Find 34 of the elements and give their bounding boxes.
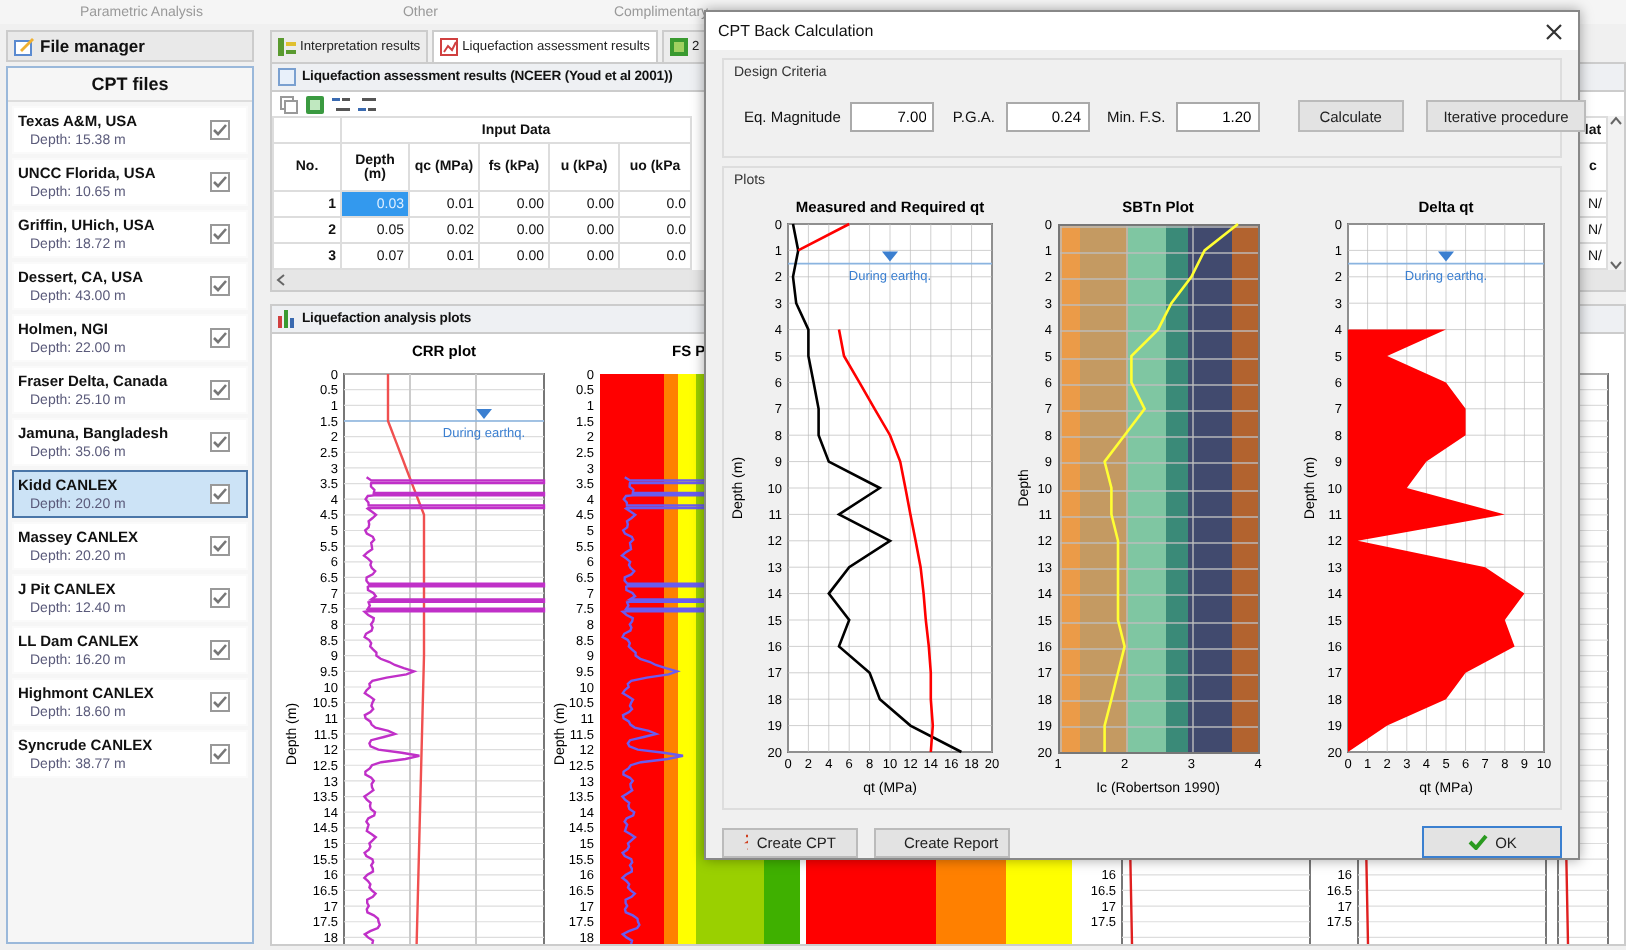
checkbox[interactable] (210, 692, 230, 712)
decimal-increase-icon[interactable] (332, 95, 350, 113)
checkbox[interactable] (210, 536, 230, 556)
checkbox[interactable] (210, 484, 230, 504)
close-icon[interactable] (1546, 23, 1562, 39)
bar-chart-icon (278, 310, 296, 328)
chart-icon (440, 38, 459, 56)
water-level-icon (882, 251, 898, 262)
panel-title: File manager (40, 36, 145, 56)
checkbox[interactable] (210, 432, 230, 452)
scroll-left-icon[interactable] (276, 274, 286, 286)
checkbox[interactable] (210, 640, 230, 660)
water-level-icon (476, 408, 492, 419)
water-level-icon (1438, 251, 1454, 262)
list-title: CPT files (8, 68, 252, 102)
checkbox[interactable] (210, 276, 230, 296)
scroll-up-icon[interactable] (1610, 116, 1622, 126)
checkbox[interactable] (210, 588, 230, 608)
scrollbar[interactable] (1608, 116, 1624, 270)
decimal-decrease-icon[interactable] (358, 95, 376, 113)
checkbox[interactable] (210, 380, 230, 400)
spreadsheet-icon[interactable] (306, 95, 324, 113)
checkbox[interactable] (210, 224, 230, 244)
checkbox[interactable] (210, 744, 230, 764)
notepad-icon (14, 36, 34, 56)
bars-icon (278, 38, 296, 56)
checkbox[interactable] (210, 172, 230, 192)
scroll-down-icon[interactable] (1610, 260, 1622, 270)
dialog-title: CPT Back Calculation (718, 22, 874, 40)
grid-icon (669, 38, 688, 56)
checkbox[interactable] (210, 120, 230, 140)
checkbox[interactable] (210, 328, 230, 348)
checkmark-icon (1467, 834, 1488, 850)
copy-icon[interactable] (280, 95, 298, 113)
